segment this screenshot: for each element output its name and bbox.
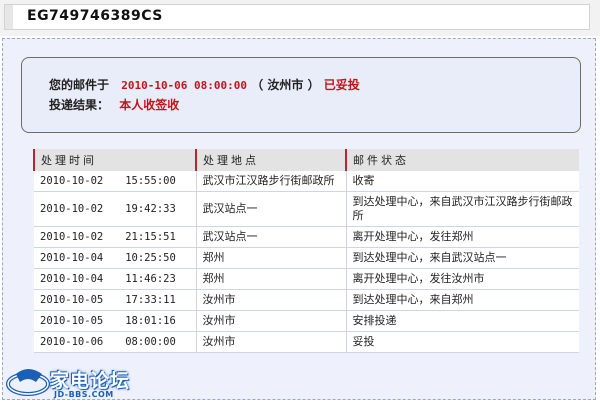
header-time: 处理时间 (33, 149, 196, 171)
delivery-status-line: 您的邮件于 2010-10-06 08:00:00 （ 汝州市 ） 已妥投 (49, 76, 360, 93)
delivery-result-value: 本人收签收 (119, 98, 180, 112)
row-date: 2010-10-04 (40, 273, 104, 285)
table-row: 2010-10-04 10:25:50 郑州 到达处理中心，来自武汉站点一 (34, 247, 579, 269)
row-time: 18:01:16 (125, 315, 176, 327)
tracking-box-accent (5, 5, 13, 29)
row-status: 收寄 (346, 171, 579, 192)
table-row: 2010-10-04 11:46:23 郑州 离开处理中心，发往汝州市 (34, 268, 579, 290)
row-date: 2010-10-02 (40, 203, 104, 215)
delivery-status: 已妥投 (323, 78, 360, 92)
row-date: 2010-10-05 (40, 315, 104, 327)
row-status: 到达处理中心，来自武汉站点一 (346, 247, 579, 269)
row-datetime: 2010-10-06 08:00:00 (34, 331, 197, 353)
row-datetime: 2010-10-02 21:15:51 (34, 226, 197, 248)
delivery-summary: 您的邮件于 2010-10-06 08:00:00 （ 汝州市 ） 已妥投 投递… (21, 57, 581, 133)
row-date: 2010-10-02 (40, 231, 104, 243)
watermark-url: JD-BBS.COM (54, 390, 114, 399)
delivery-location: （ 汝州市 ） (251, 78, 320, 92)
forum-watermark: 家电论坛 JD-BBS.COM (6, 360, 136, 404)
table-row: 2010-10-02 19:42:33 武汉站点一 到达处理中心，来自武汉市江汉路步行… (34, 191, 579, 227)
table-row: 2010-10-02 15:55:00 武汉市江汉路步行街邮政所 收寄 (34, 171, 579, 192)
tracking-table-wrap: 处理时间 处理地点 邮件状态 2010-10-02 15:55:00 武汉市江汉路步… (33, 149, 579, 353)
row-status: 离开处理中心，发往汝州市 (346, 268, 579, 290)
row-location: 郑州 (196, 268, 347, 290)
table-row: 2010-10-06 08:00:00 汝州市 妥投 (34, 331, 579, 353)
table-row: 2010-10-05 17:33:11 汝州市 到达处理中心，来自郑州 (34, 289, 579, 311)
row-datetime: 2010-10-02 19:42:33 (34, 191, 197, 227)
delivery-result-line: 投递结果： 本人收签收 (49, 96, 179, 113)
row-location: 郑州 (196, 247, 347, 269)
row-location: 汝州市 (196, 310, 347, 332)
table-header-row: 处理时间 处理地点 邮件状态 (33, 149, 579, 171)
row-datetime: 2010-10-04 11:46:23 (34, 268, 197, 290)
delivery-datetime: 2010-10-06 08:00:00 (121, 79, 248, 92)
header-location: 处理地点 (195, 149, 346, 171)
header-status: 邮件状态 (345, 149, 579, 171)
row-time: 11:46:23 (125, 273, 176, 285)
tracking-table: 处理时间 处理地点 邮件状态 2010-10-02 15:55:00 武汉市江汉路步… (33, 149, 579, 353)
table-row: 2010-10-05 18:01:16 汝州市 安排投递 (34, 310, 579, 332)
row-datetime: 2010-10-04 10:25:50 (34, 247, 197, 269)
row-status: 到达处理中心，来自郑州 (346, 289, 579, 311)
row-status: 到达处理中心，来自武汉市江汉路步行街邮政所 (346, 191, 579, 227)
row-location: 武汉市江汉路步行街邮政所 (196, 171, 347, 192)
row-time: 21:15:51 (125, 231, 176, 243)
header-bar: EG749746389CS (0, 0, 600, 36)
row-location: 汝州市 (196, 331, 347, 353)
row-status: 安排投递 (346, 310, 579, 332)
row-time: 10:25:50 (125, 252, 176, 264)
row-status: 离开处理中心，发往郑州 (346, 226, 579, 248)
row-date: 2010-10-05 (40, 294, 104, 306)
table-row: 2010-10-02 21:15:51 武汉站点一 离开处理中心，发往郑州 (34, 226, 579, 248)
row-location: 武汉站点一 (196, 226, 347, 248)
row-status: 妥投 (346, 331, 579, 353)
row-location: 武汉站点一 (196, 191, 347, 227)
tracking-number: EG749746389CS (27, 8, 163, 24)
tracking-panel: 您的邮件于 2010-10-06 08:00:00 （ 汝州市 ） 已妥投 投递… (2, 38, 596, 400)
row-time: 19:42:33 (125, 203, 176, 215)
row-time: 17:33:11 (125, 294, 176, 306)
row-datetime: 2010-10-02 15:55:00 (34, 171, 197, 192)
row-date: 2010-10-02 (40, 175, 104, 187)
row-time: 15:55:00 (125, 175, 176, 187)
row-location: 汝州市 (196, 289, 347, 311)
row-datetime: 2010-10-05 17:33:11 (34, 289, 197, 311)
row-date: 2010-10-04 (40, 252, 104, 264)
row-time: 08:00:00 (125, 336, 176, 348)
delivery-label: 您的邮件于 (49, 78, 110, 92)
tracking-number-box: EG749746389CS (4, 4, 590, 30)
row-datetime: 2010-10-05 18:01:16 (34, 310, 197, 332)
row-date: 2010-10-06 (40, 336, 104, 348)
watermark-title: 家电论坛 (50, 370, 131, 392)
delivery-result-label: 投递结果： (49, 98, 110, 112)
